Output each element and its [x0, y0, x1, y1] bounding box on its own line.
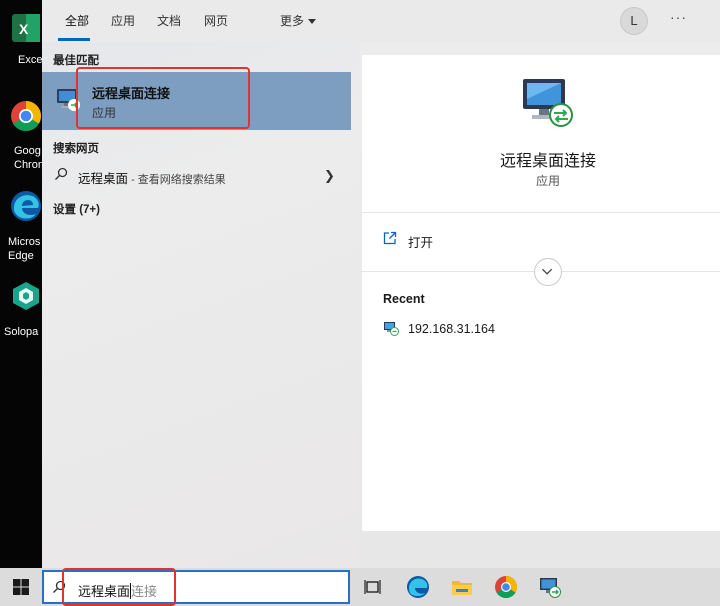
taskbar: 远程桌面连接: [0, 568, 720, 606]
edge-icon[interactable]: [406, 575, 430, 599]
open-icon: [383, 231, 397, 245]
remote-desktop-icon[interactable]: [538, 575, 562, 599]
open-action[interactable]: 打开: [362, 225, 720, 255]
tab-more-label: 更多: [280, 14, 305, 28]
caret-down-icon: [308, 19, 317, 25]
chevron-down-icon: [541, 268, 553, 275]
excel-icon: X: [12, 14, 40, 42]
task-view-icon[interactable]: [362, 575, 386, 599]
chrome-icon: [11, 101, 42, 132]
settings-header[interactable]: 设置 (7+): [53, 201, 100, 217]
recent-header: Recent: [383, 292, 425, 306]
web-suggestion-text: 远程桌面 - 查看网络搜索结果: [78, 168, 226, 187]
more-options-icon[interactable]: ···: [670, 9, 687, 25]
recent-item[interactable]: 192.168.31.164: [362, 317, 720, 341]
file-explorer-icon[interactable]: [450, 575, 474, 599]
desktop-icon-label: Goog Chron: [14, 145, 42, 171]
search-web-header: 搜索网页: [53, 143, 99, 155]
windows-start-icon[interactable]: [12, 578, 30, 596]
desktop-icon-label: Exce: [18, 54, 42, 66]
detail-header: 远程桌面连接 应用: [362, 55, 720, 213]
highlight-box: [76, 67, 250, 129]
tab-more[interactable]: 更多: [280, 12, 317, 29]
best-match-header: 最佳匹配: [53, 55, 99, 67]
results-column: 最佳匹配 远程桌面连接 应用 搜索网页 远程桌面 - 查看网络搜索结果 ❯ 设置…: [42, 0, 360, 568]
chrome-icon[interactable]: [494, 575, 518, 599]
desktop-icon-label: Solopa: [4, 326, 39, 338]
filter-tabs-bar: 全部 应用 文档 网页 更多 L ···: [42, 0, 720, 42]
tab-active-indicator: [58, 38, 90, 41]
expand-button[interactable]: [534, 258, 562, 286]
search-icon: [55, 167, 68, 180]
avatar[interactable]: L: [620, 7, 648, 35]
web-search-suggestion[interactable]: 远程桌面 - 查看网络搜索结果 ❯: [42, 160, 351, 190]
solopace-icon: [13, 282, 39, 310]
edge-icon: [11, 191, 41, 221]
taskbar-search-input[interactable]: 远程桌面连接: [42, 568, 350, 606]
svg-text:X: X: [19, 21, 29, 37]
tab-apps[interactable]: 应用: [111, 12, 135, 29]
search-panel: 最佳匹配 远程桌面连接 应用 搜索网页 远程桌面 - 查看网络搜索结果 ❯ 设置…: [42, 0, 720, 568]
highlight-box: [62, 568, 176, 606]
detail-pane: 远程桌面连接 应用 打开 Recent 192.168.31.164: [362, 55, 720, 531]
remote-desktop-large-icon: [523, 79, 573, 127]
tab-all[interactable]: 全部: [65, 12, 89, 29]
detail-app-kind: 应用: [535, 174, 560, 188]
web-suggestion-query: 远程桌面: [78, 172, 129, 186]
best-match-result[interactable]: 远程桌面连接 应用: [42, 67, 351, 130]
tab-web[interactable]: 网页: [204, 12, 228, 29]
web-suggestion-hint: - 查看网络搜索结果: [128, 174, 226, 186]
desktop-strip: X Exce Goog Chron Micros Edge Solopa: [0, 0, 42, 568]
remote-desktop-file-icon: [384, 322, 399, 336]
chevron-right-icon: ❯: [324, 168, 335, 183]
tab-docs[interactable]: 文档: [157, 12, 181, 29]
recent-item-label: 192.168.31.164: [408, 322, 495, 336]
detail-app-name: 远程桌面连接: [499, 153, 596, 170]
open-label: 打开: [408, 236, 434, 250]
desktop-icon-label: Micros Edge: [8, 236, 41, 262]
